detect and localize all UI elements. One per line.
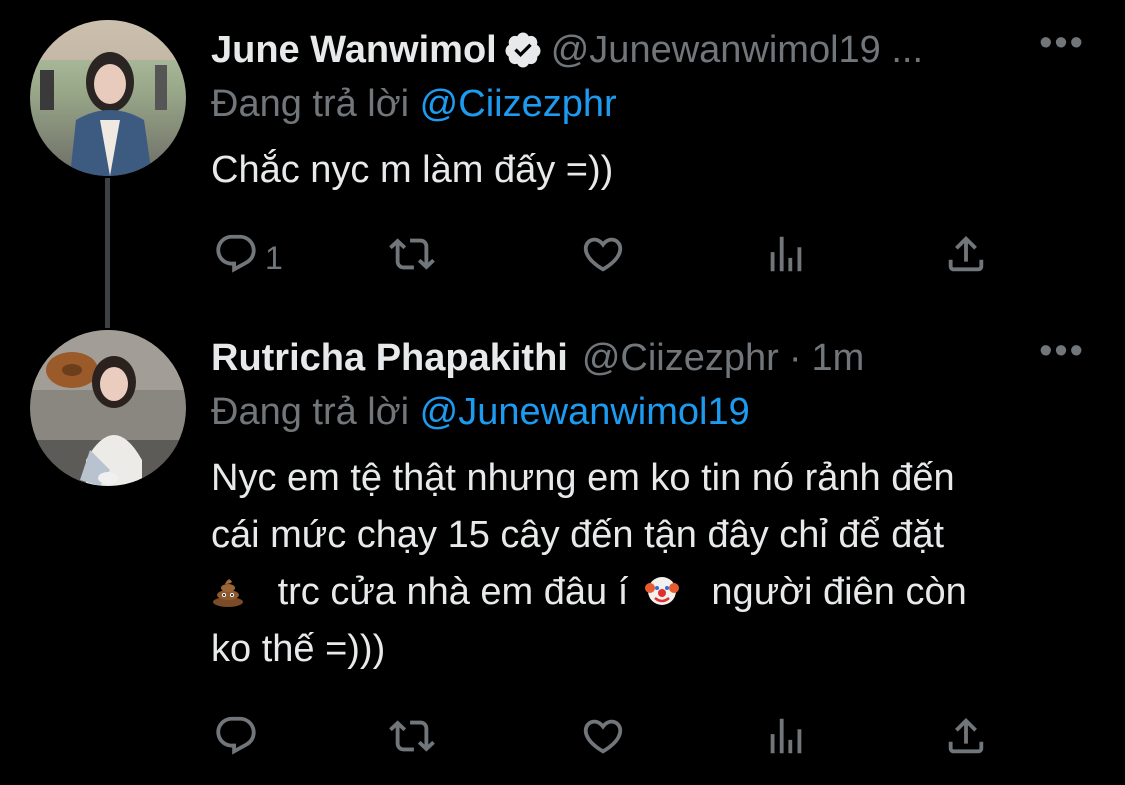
reply-count: 1 — [265, 239, 283, 276]
more-options-icon[interactable]: ••• — [1039, 22, 1085, 65]
tweet-header: June Wanwimol @Junewanwimol19 ... — [211, 22, 1085, 78]
replying-prefix: Đang trả lời — [211, 391, 410, 433]
tweet-header: Rutricha Phapakithi @Ciizezphr · 1m — [211, 330, 1085, 386]
user-handle[interactable]: @Junewanwimol19 ... — [551, 29, 923, 72]
tweet-text: Nyc em tệ thật nhưng em ko tin nó rảnh đ… — [211, 450, 1085, 678]
reply-button[interactable] — [213, 715, 259, 765]
replying-prefix: Đang trả lời — [211, 83, 410, 125]
like-button[interactable] — [580, 233, 626, 283]
reply-button[interactable]: 1 — [213, 233, 283, 283]
replying-to: Đang trả lời @Junewanwimol19 — [211, 386, 1085, 438]
retweet-button[interactable] — [389, 233, 435, 283]
tweet-text-line: Nyc em tệ thật nhưng em ko tin nó rảnh đ… — [211, 457, 955, 499]
action-bar — [213, 715, 993, 765]
views-button[interactable] — [763, 233, 809, 283]
mention-link[interactable]: @Junewanwimol19 — [420, 391, 750, 433]
views-icon — [763, 231, 809, 285]
tweet-text: Chắc nyc m làm đấy =)) — [211, 149, 614, 191]
retweet-button[interactable] — [389, 715, 435, 765]
avatar-rutricha[interactable] — [30, 330, 186, 486]
verified-badge-icon — [503, 30, 543, 70]
views-icon — [763, 713, 809, 767]
action-bar: 1 — [213, 233, 993, 283]
share-button[interactable] — [943, 715, 989, 765]
tweet-text-segment: trc cửa nhà em đâu í — [277, 571, 629, 613]
more-options-icon[interactable]: ••• — [1039, 330, 1085, 373]
display-name[interactable]: June Wanwimol — [211, 29, 497, 72]
share-icon — [943, 713, 989, 767]
user-handle[interactable]: @Ciizezphr — [582, 337, 779, 380]
avatar-june[interactable] — [30, 20, 186, 176]
tweet-text-line: cái mức chạy 15 cây đến tận đây chỉ để đ… — [211, 514, 945, 556]
like-icon — [580, 231, 626, 285]
tweet-text-segment: người điên còn — [711, 571, 967, 613]
retweet-icon — [389, 713, 435, 767]
like-icon — [580, 713, 626, 767]
tweet-text-line: ko thế =))) — [211, 628, 386, 670]
like-button[interactable] — [580, 715, 626, 765]
reply-icon — [213, 713, 259, 767]
mention-link[interactable]: @Ciizezphr — [420, 83, 617, 125]
timestamp[interactable]: 1m — [811, 337, 864, 380]
thread-connector-line — [105, 178, 110, 328]
clown-emoji-icon — [644, 568, 679, 605]
replying-to: Đang trả lời @Ciizezphr — [211, 78, 1085, 130]
views-button[interactable] — [763, 715, 809, 765]
separator-dot: · — [788, 336, 802, 379]
display-name[interactable]: Rutricha Phapakithi — [211, 337, 568, 380]
share-icon — [943, 231, 989, 285]
reply-icon — [213, 231, 259, 285]
share-button[interactable] — [943, 233, 989, 283]
poop-emoji-icon — [211, 568, 245, 607]
tweet-text-line: trc cửa nhà em đâu í người điên còn — [211, 564, 1085, 621]
retweet-icon — [389, 231, 435, 285]
